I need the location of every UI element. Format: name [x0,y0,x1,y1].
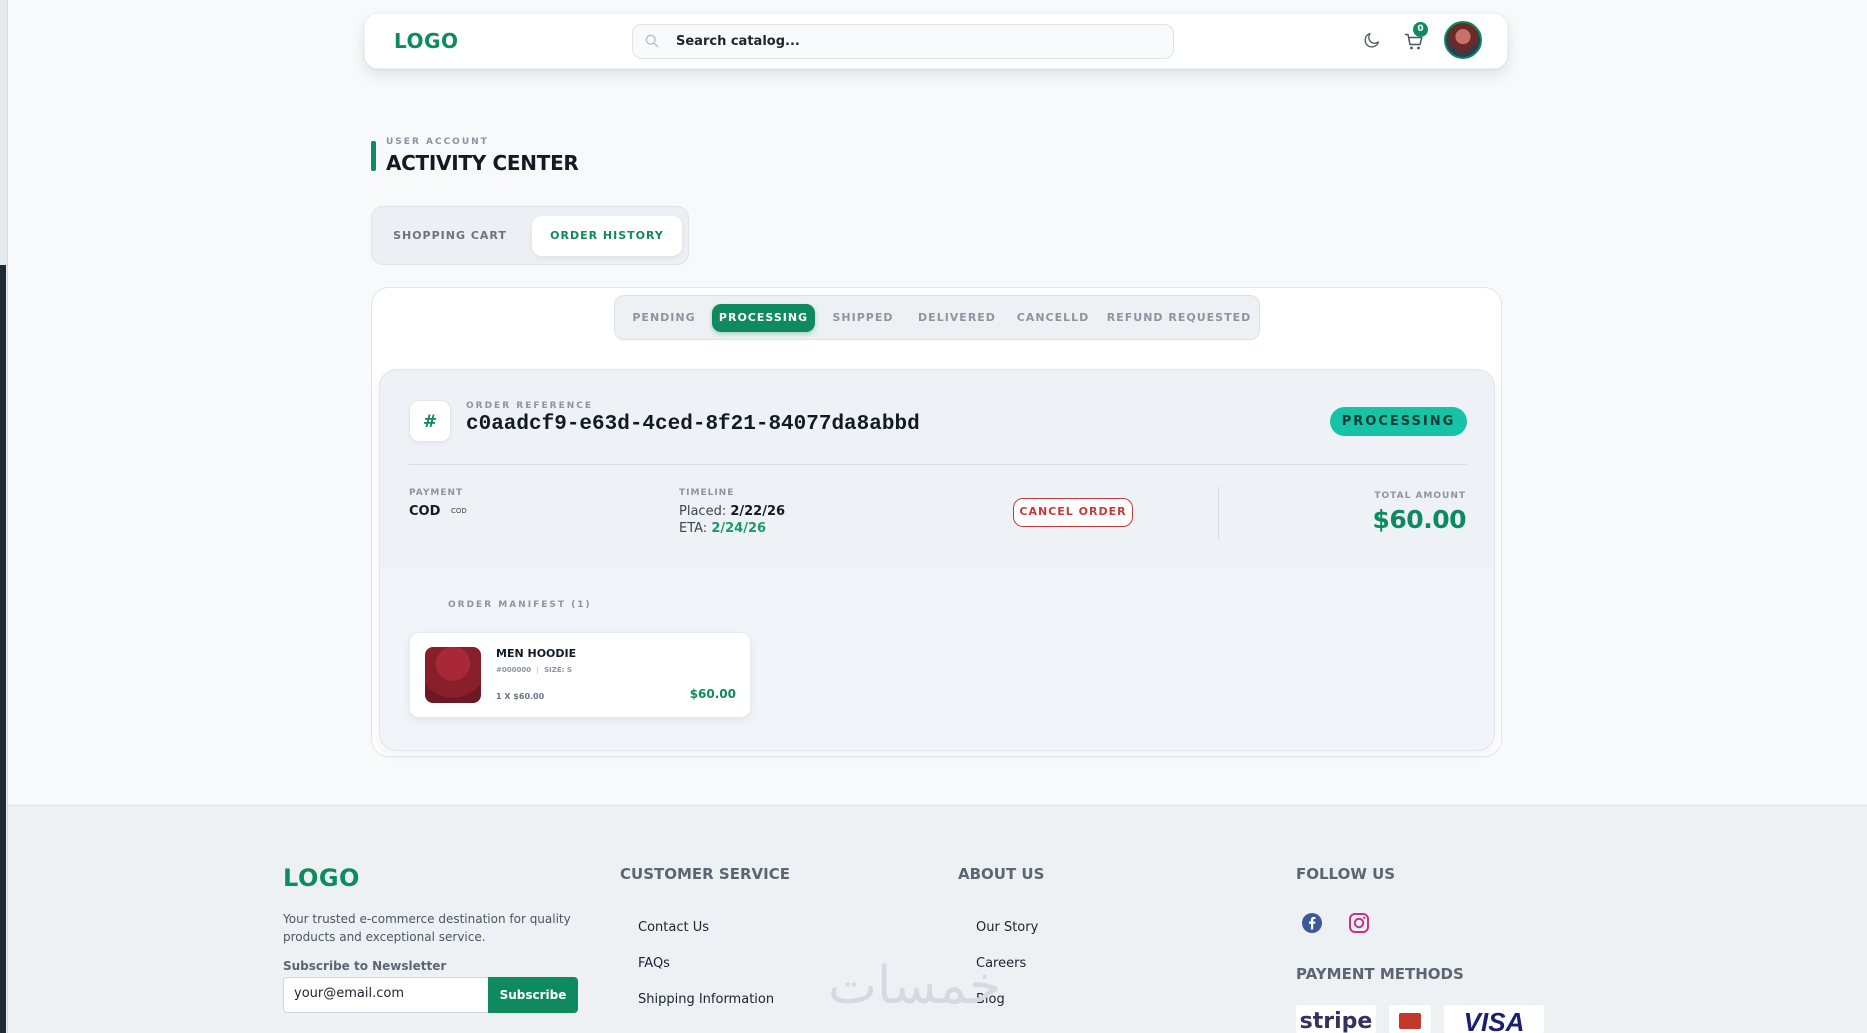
footer-logo[interactable]: LOGO [283,864,360,892]
orders-panel: PENDING PROCESSING SHIPPED DELIVERED CAN… [371,287,1502,757]
instagram-icon[interactable] [1348,912,1370,934]
order-card: # ORDER REFERENCE c0aadcf9-e63d-4ced-8f2… [379,369,1495,751]
cancel-order-button[interactable]: CANCEL ORDER [1013,498,1133,527]
page-title: ACTIVITY CENTER [386,151,579,175]
search-input[interactable]: Search catalog... [632,24,1174,59]
stripe-logo: stripe [1296,1005,1376,1033]
timeline-placed: Placed: 2/22/26 [679,504,785,519]
site-footer: LOGO Your trusted e-commerce destination… [8,805,1867,1033]
about-us-title: ABOUT US [958,865,1045,883]
status-tab-pending[interactable]: PENDING [623,304,705,332]
window-edge-dark [0,265,6,1033]
product-name: MEN HOODIE [496,647,577,660]
total-amount-label: TOTAL AMOUNT [1374,491,1466,501]
status-tab-cancelled[interactable]: CANCELLD [1009,304,1097,332]
user-avatar[interactable] [1444,21,1482,59]
order-manifest: ORDER MANIFEST (1) MEN HOODIE #000000 SIZ… [380,568,1494,750]
status-tab-refund-requested[interactable]: REFUND REQUESTED [1104,304,1254,332]
status-tab-shipped[interactable]: SHIPPED [822,304,904,332]
watermark-text: خمسات [828,956,1002,1016]
card-divider [409,464,1467,465]
subscribe-button[interactable]: Subscribe [488,977,578,1013]
top-navbar: LOGO Search catalog... 0 [364,13,1508,69]
tab-shopping-cart[interactable]: SHOPPING CART [381,216,519,256]
product-thumbnail [425,647,481,703]
cart-count-badge: 0 [1413,22,1428,37]
search-placeholder: Search catalog... [676,34,800,49]
payment-methods-title: PAYMENT METHODS [1296,965,1464,983]
order-status-tabs: PENDING PROCESSING SHIPPED DELIVERED CAN… [614,295,1260,340]
footer-link-story[interactable]: Our Story [976,920,1038,935]
status-tab-delivered[interactable]: DELIVERED [911,304,1003,332]
follow-us-title: FOLLOW US [1296,865,1396,883]
eta-label: ETA: [679,521,708,536]
title-accent-bar [371,141,376,171]
footer-link-shipping[interactable]: Shipping Information [638,992,774,1007]
payment-chip: COD [451,507,467,515]
status-tab-processing[interactable]: PROCESSING [712,304,815,332]
vertical-divider [1218,486,1219,540]
hash-icon: # [409,400,451,442]
order-ref-label: ORDER REFERENCE [466,401,594,411]
customer-service-title: CUSTOMER SERVICE [620,865,790,883]
eta-date: 2/24/26 [711,521,767,536]
search-icon [645,34,659,48]
newsletter-label: Subscribe to Newsletter [283,959,447,973]
tab-order-history[interactable]: ORDER HISTORY [532,216,682,256]
order-status-badge: PROCESSING [1330,407,1467,436]
product-qty-line: 1 X $60.00 [496,692,545,701]
page-kicker: USER ACCOUNT [386,137,489,147]
account-tabs: SHOPPING CART ORDER HISTORY [371,206,689,265]
dark-mode-toggle-icon[interactable] [1362,32,1380,50]
mastercard-logo [1389,1005,1431,1033]
footer-link-contact[interactable]: Contact Us [638,920,709,935]
facebook-icon[interactable] [1301,912,1323,934]
product-size: SIZE: S [544,666,572,674]
order-ref-value: c0aadcf9-e63d-4ced-8f21-84077da8abbd [466,413,920,436]
footer-link-faqs[interactable]: FAQs [638,956,670,971]
placed-date: 2/22/26 [730,504,786,519]
footer-tagline: Your trusted e-commerce destination for … [283,912,571,944]
payment-label: PAYMENT [409,488,464,498]
total-amount-value: $60.00 [1372,505,1467,534]
timeline-eta: ETA: 2/24/26 [679,521,766,536]
placed-label: Placed: [679,504,727,519]
newsletter-email-input[interactable]: your@email.com [283,977,489,1013]
product-meta: #000000 SIZE: S [496,666,572,674]
product-sku: #000000 [496,666,532,674]
product-price: $60.00 [689,687,736,701]
payment-value: COD [409,504,441,519]
visa-logo: VISA [1444,1005,1544,1033]
list-item[interactable]: MEN HOODIE #000000 SIZE: S 1 X $60.00 $60… [409,632,751,718]
timeline-label: TIMELINE [679,488,735,498]
manifest-label: ORDER MANIFEST (1) [448,600,592,610]
header-logo[interactable]: LOGO [394,29,458,53]
